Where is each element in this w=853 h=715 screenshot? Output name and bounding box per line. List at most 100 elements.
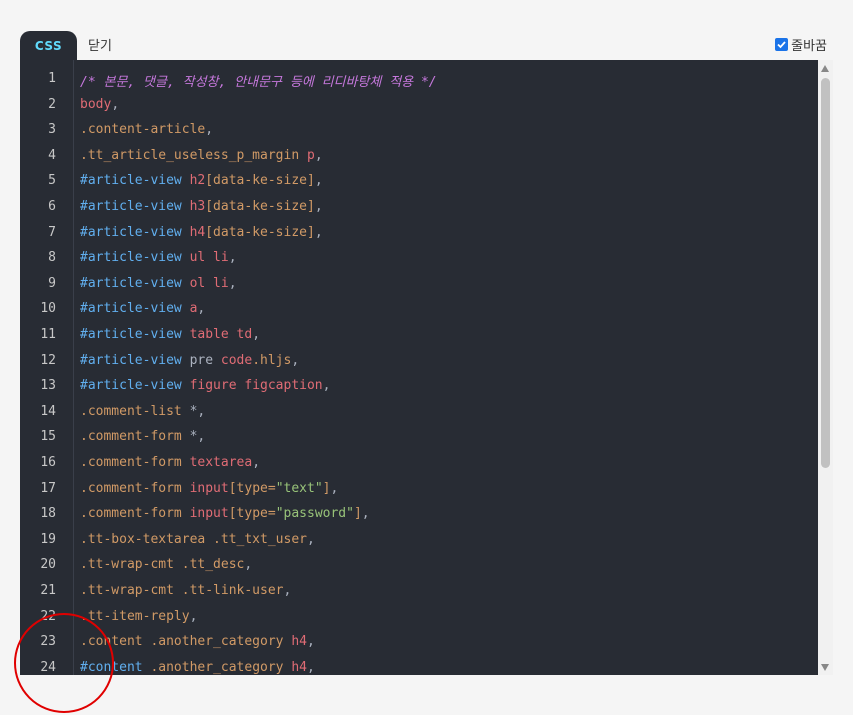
indent-guide xyxy=(73,60,74,675)
code-token: .hljs xyxy=(252,352,292,368)
line-number: 16 xyxy=(40,455,56,470)
code-token: #article-view xyxy=(80,275,182,291)
code-token: "password" xyxy=(275,506,354,522)
code-token: , xyxy=(291,352,300,368)
code-token: body xyxy=(80,96,112,112)
line-number: 21 xyxy=(40,583,56,598)
code-token: .content .another_category xyxy=(80,634,284,650)
code-token: , xyxy=(252,327,261,342)
code-line: .comment-form input[type="password"], xyxy=(80,506,370,521)
line-number: 18 xyxy=(40,506,56,522)
code-line: /* 본문, 댓글, 작성창, 안내문구 등에 리디바탕체 적용 */ xyxy=(80,71,437,90)
line-number: 6 xyxy=(48,199,56,214)
code-token: .comment-form xyxy=(80,506,182,522)
line-number: 19 xyxy=(40,531,56,547)
code-token: h4 xyxy=(189,224,206,240)
line-number: 10 xyxy=(40,301,56,317)
code-token: ul li xyxy=(189,250,229,266)
code-token: #article-view xyxy=(80,224,182,240)
code-token: , xyxy=(228,275,237,291)
code-token: #content xyxy=(80,659,143,675)
code-token: , xyxy=(244,557,253,573)
code-token: , xyxy=(314,147,323,163)
code-token: /* 본문, 댓글, 작성창, 안내문구 등에 리디바탕체 적용 */ xyxy=(80,75,437,90)
code-token: "text" xyxy=(275,480,323,496)
code-token: , xyxy=(197,301,206,317)
code-token: [type= xyxy=(228,480,276,496)
code-token: .comment-form xyxy=(80,480,182,496)
code-line: #article-view figure figcaption, xyxy=(80,378,330,393)
code-token: [data-ke-size] xyxy=(205,173,315,189)
code-token: , xyxy=(314,224,323,240)
line-number: 15 xyxy=(40,429,56,445)
code-token: .comment-list xyxy=(80,403,182,419)
code-line: .comment-list *, xyxy=(80,404,205,419)
code-token: [data-ke-size] xyxy=(205,199,315,214)
code-token: *, xyxy=(181,403,206,419)
code-token: figure figcaption xyxy=(189,378,323,394)
code-token: .tt-item-reply xyxy=(80,608,190,624)
checkbox-checked-icon[interactable] xyxy=(775,38,789,51)
line-number: 1 xyxy=(48,71,56,86)
code-token: .another_category xyxy=(150,659,284,675)
code-token: .tt-wrap-cmt .tt-link-user xyxy=(80,583,284,598)
code-editor[interactable]: 1 2 3 4 5 6 7 8 9 10 11 12 13 14 15 16 17 18 19 20 21 22 23 24 … xyxy=(20,60,818,675)
line-number: 20 xyxy=(40,557,56,573)
code-line: .tt_article_useless_p_margin p, xyxy=(80,148,323,163)
scrollbar-thumb[interactable] xyxy=(821,78,830,468)
code-token: , xyxy=(228,250,237,266)
close-button[interactable]: 닫기 xyxy=(88,35,112,54)
code-token: #article-view xyxy=(80,378,182,394)
code-token: input xyxy=(189,506,229,522)
line-number: 5 xyxy=(48,173,56,189)
code-line: #article-view h2[data-ke-size], xyxy=(80,173,323,188)
scroll-up-arrow-icon[interactable] xyxy=(821,65,829,72)
code-line: .tt-box-textarea .tt_txt_user, xyxy=(80,532,315,547)
line-number: 12 xyxy=(40,352,56,368)
code-token: , xyxy=(306,634,315,650)
code-token: #article-view xyxy=(80,301,182,317)
line-number: 17 xyxy=(40,480,56,496)
code-line: #article-view a, xyxy=(80,301,205,316)
code-token: #article-view xyxy=(80,250,182,266)
scroll-down-arrow-icon[interactable] xyxy=(821,664,829,671)
line-wrap-toggle[interactable]: 줄바꿈 xyxy=(775,35,827,54)
vertical-scrollbar[interactable] xyxy=(818,60,833,675)
line-number: 9 xyxy=(48,275,56,291)
code-line: body, xyxy=(80,97,119,112)
code-line: #article-view pre code.hljs, xyxy=(80,353,299,368)
code-token: , xyxy=(252,455,261,470)
line-wrap-label: 줄바꿈 xyxy=(791,39,827,54)
tab-css[interactable]: CSS xyxy=(20,31,77,60)
line-number: 8 xyxy=(48,250,56,266)
code-token: #article-view xyxy=(80,173,182,189)
line-number: 23 xyxy=(40,634,56,650)
code-token: , xyxy=(322,378,331,394)
line-number: 4 xyxy=(48,147,56,163)
code-token: , xyxy=(314,199,323,214)
line-number-gutter: 1 2 3 4 5 6 7 8 9 10 11 12 13 14 15 16 17 18 19 20 21 22 23 24 xyxy=(20,60,62,675)
code-line: #article-view h3[data-ke-size], xyxy=(80,199,323,214)
code-line: #article-view ol li, xyxy=(80,276,237,291)
code-token: h3 xyxy=(189,199,206,214)
code-token: , xyxy=(361,506,370,522)
code-token: , xyxy=(307,659,315,675)
code-token: h4 xyxy=(291,659,307,675)
code-token: , xyxy=(205,122,214,138)
code-token: , xyxy=(189,608,198,624)
code-token: [data-ke-size] xyxy=(205,224,315,240)
code-line: .tt-wrap-cmt .tt-link-user, xyxy=(80,583,291,598)
code-token: table td xyxy=(189,327,253,342)
code-token: pre xyxy=(181,352,221,368)
line-number: 13 xyxy=(40,378,56,394)
code-line: .comment-form textarea, xyxy=(80,455,260,470)
code-token: #article-view xyxy=(80,352,182,368)
